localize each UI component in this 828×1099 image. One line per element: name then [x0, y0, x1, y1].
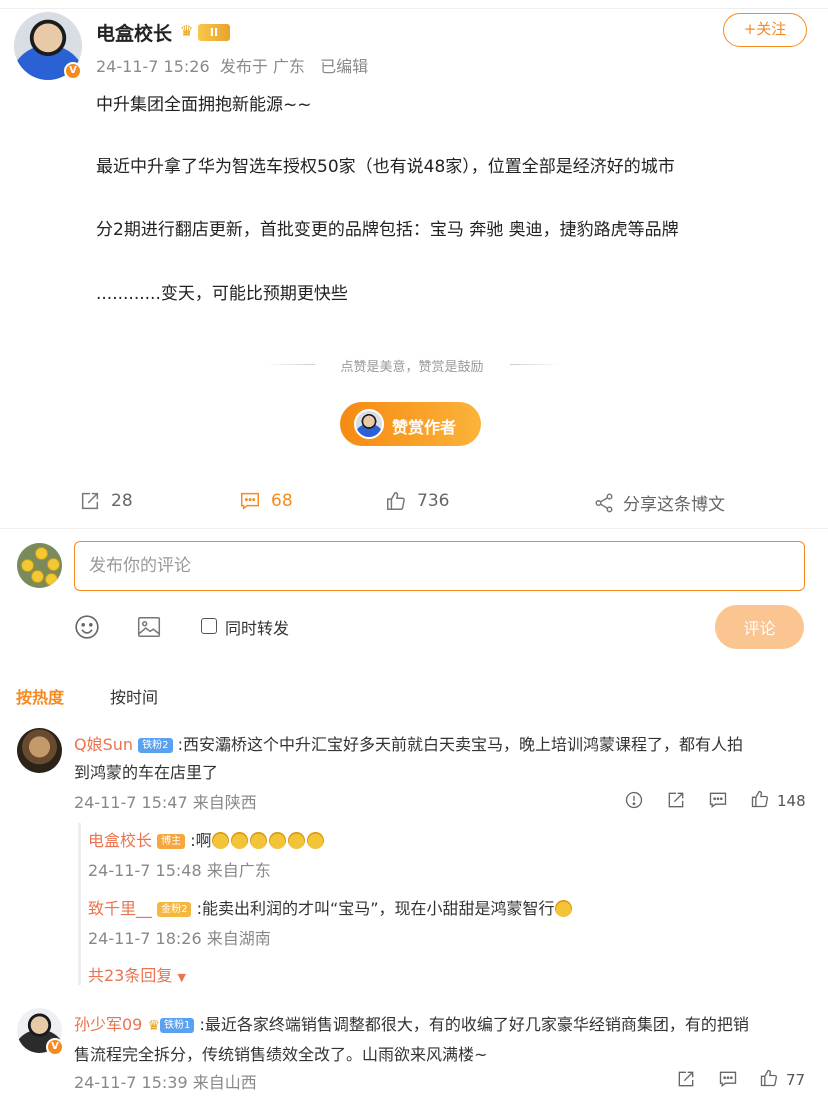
vip-badge[interactable]: II [198, 24, 230, 41]
comment-text: :最近各家终端销售调整都很大，有的收编了好几家豪华经销商集团，有的把销 [199, 1015, 749, 1034]
reply-row: 致千里__ 金粉2 :能卖出利润的才叫“宝马”，现在小甜甜是鸿蒙智行 [88, 895, 574, 919]
comment-text-continued: 售流程完全拆分，传统销售绩效全改了。山雨欲来风满楼~ [74, 1045, 488, 1064]
comment-count: 68 [271, 491, 293, 511]
post-line: 最近中升拿了华为智选车授权50家（也有说48家），位置全部是经济好的城市 [96, 157, 675, 177]
edited-label[interactable]: 已编辑 [320, 57, 368, 76]
top-divider [0, 8, 828, 9]
thumbs-up-icon[interactable] [759, 1068, 779, 1088]
post-meta: 24-11-7 15:26 发布于 广东 已编辑 [96, 53, 368, 77]
author-name[interactable]: 电盒校长 [96, 19, 172, 46]
commenter-name[interactable]: Q娘Sun [74, 735, 133, 754]
reply-author-name[interactable]: 致千里__ [88, 899, 152, 918]
comment-text: :西安灞桥这个中升汇宝好多天前就白天卖宝马，晚上培训鸿蒙课程了，都有人拍 [177, 735, 744, 754]
reward-label: 赞赏作者 [392, 418, 457, 437]
like-count: 736 [417, 491, 450, 511]
repost-icon [81, 492, 99, 510]
tab-sort-time[interactable]: 按时间 [110, 684, 158, 708]
comment-like-count: 77 [786, 1071, 806, 1089]
fan-badge[interactable]: 金粉2 [157, 902, 192, 917]
author-badge: 博主 [157, 834, 186, 849]
comment-icon[interactable] [718, 1069, 738, 1089]
verified-icon: V [46, 1038, 64, 1056]
repost-checkbox-label[interactable]: 同时转发 [225, 615, 289, 639]
image-icon[interactable] [136, 614, 162, 640]
emoji-icon[interactable] [74, 614, 100, 640]
emoji-icon [211, 831, 326, 850]
repost-count: 28 [111, 491, 133, 511]
verified-icon: V [64, 62, 82, 80]
repost-icon[interactable] [676, 1069, 696, 1089]
share-action[interactable]: 分享这条博文 [593, 490, 725, 515]
my-avatar[interactable] [17, 543, 62, 588]
comment-meta: 24-11-7 15:47 来自陕西 [74, 793, 257, 812]
comment-row: 孙少军09 ♛ 铁粉1 :最近各家终端销售调整都很大，有的收编了好几家豪华经销商集… [74, 1011, 749, 1035]
post-time[interactable]: 24-11-7 15:26 [96, 57, 210, 76]
reward-hint: 点赞是美意，赞赏是鼓励 [340, 360, 484, 375]
post-line: 中升集团全面拥抱新能源~~ [96, 95, 312, 115]
fan-badge[interactable]: 铁粉2 [138, 738, 173, 753]
reward-button[interactable]: 赞赏作者 [340, 402, 481, 446]
reply-meta: 24-11-7 15:48 来自广东 [88, 861, 271, 880]
reply-thread-bar [78, 823, 81, 985]
section-divider [0, 528, 828, 529]
comment-meta: 24-11-7 15:39 来自山西 [74, 1073, 257, 1092]
emoji-icon [554, 900, 572, 917]
more-replies-link[interactable]: 共23条回复 ▼ [88, 962, 186, 986]
caret-down-icon: ▼ [177, 971, 186, 984]
post-line: 分2期进行翻店更新，首批变更的品牌包括：宝马 奔驰 奥迪，捷豹路虎等品牌 [96, 220, 679, 240]
repost-icon[interactable] [666, 790, 686, 810]
reward-avatar [354, 409, 384, 439]
comment-row: Q娘Sun 铁粉2 :西安灞桥这个中升汇宝好多天前就白天卖宝马，晚上培训鸿蒙课程… [74, 731, 743, 755]
thumbs-up-icon [387, 492, 405, 510]
share-label: 分享这条博文 [623, 495, 725, 515]
repost-action[interactable]: 28 [79, 490, 133, 512]
tab-sort-hot[interactable]: 按热度 [16, 684, 64, 708]
comment-text-continued: 到鸿蒙的车在店里了 [74, 763, 219, 782]
share-icon [595, 493, 613, 512]
follow-button[interactable]: +关注 [723, 13, 807, 47]
more-replies-label: 共23条回复 [88, 966, 173, 985]
report-icon[interactable] [624, 790, 644, 810]
repost-checkbox[interactable] [201, 618, 217, 634]
submit-comment-button[interactable]: 评论 [715, 605, 804, 649]
comment-action[interactable]: 68 [239, 490, 293, 512]
comment-icon [241, 492, 259, 510]
post-source: 发布于 广东 [219, 57, 305, 76]
crown-icon: ♛ [180, 22, 194, 40]
thumbs-up-icon[interactable] [750, 789, 770, 809]
commenter-avatar[interactable] [17, 728, 62, 773]
fan-badge[interactable]: 铁粉1 [160, 1018, 195, 1033]
comment-icon[interactable] [708, 790, 728, 810]
reply-author-name[interactable]: 电盒校长 [88, 831, 152, 850]
like-action[interactable]: 736 [385, 490, 449, 512]
reply-text: :能卖出利润的才叫“宝马”，现在小甜甜是鸿蒙智行 [196, 899, 555, 918]
comment-input[interactable] [74, 541, 805, 591]
commenter-name[interactable]: 孙少军09 [74, 1015, 142, 1034]
reply-row: 电盒校长 博主 :啊 [88, 827, 326, 851]
comment-like-count: 148 [777, 792, 806, 810]
reply-text: :啊 [190, 831, 212, 850]
reply-meta: 24-11-7 18:26 来自湖南 [88, 929, 271, 948]
post-line: ............变天，可能比预期更快些 [96, 284, 348, 304]
crown-icon: ♛ [147, 1018, 161, 1034]
